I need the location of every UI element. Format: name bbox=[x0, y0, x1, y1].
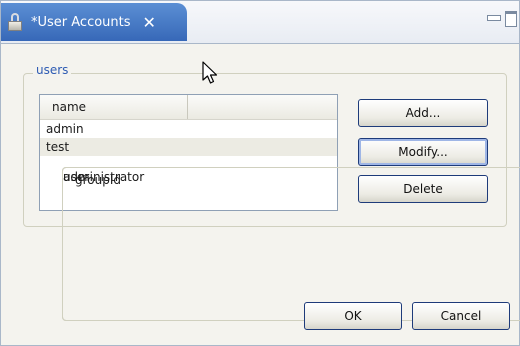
table-row[interactable]: test user bbox=[40, 138, 520, 321]
close-icon[interactable]: ✕ bbox=[143, 13, 156, 32]
users-table[interactable]: name groupId admin administrator test us… bbox=[39, 94, 520, 321]
add-button[interactable]: Add... bbox=[358, 99, 488, 127]
ok-button[interactable]: OK bbox=[304, 302, 402, 330]
users-group-label: users bbox=[33, 63, 72, 77]
cell-name: test bbox=[46, 140, 70, 154]
tab-title: *User Accounts bbox=[31, 14, 131, 30]
lock-icon bbox=[7, 13, 23, 31]
table-header: name groupId bbox=[40, 95, 520, 321]
tab-user-accounts[interactable]: *User Accounts ✕ bbox=[1, 3, 187, 41]
maximize-icon[interactable] bbox=[505, 11, 517, 27]
cell-name: admin bbox=[46, 122, 84, 136]
table-row[interactable]: admin administrator bbox=[40, 120, 520, 321]
delete-button[interactable]: Delete bbox=[358, 175, 488, 203]
cancel-button[interactable]: Cancel bbox=[412, 302, 510, 330]
minimize-icon[interactable] bbox=[487, 15, 501, 21]
modify-button[interactable]: Modify... bbox=[358, 138, 488, 166]
window-controls bbox=[487, 11, 517, 27]
user-accounts-view: *User Accounts ✕ users name groupId admi… bbox=[0, 0, 520, 346]
editor-tab-strip: *User Accounts ✕ bbox=[1, 1, 519, 44]
mouse-pointer-icon bbox=[202, 61, 218, 84]
column-header-name[interactable]: name bbox=[40, 95, 188, 119]
